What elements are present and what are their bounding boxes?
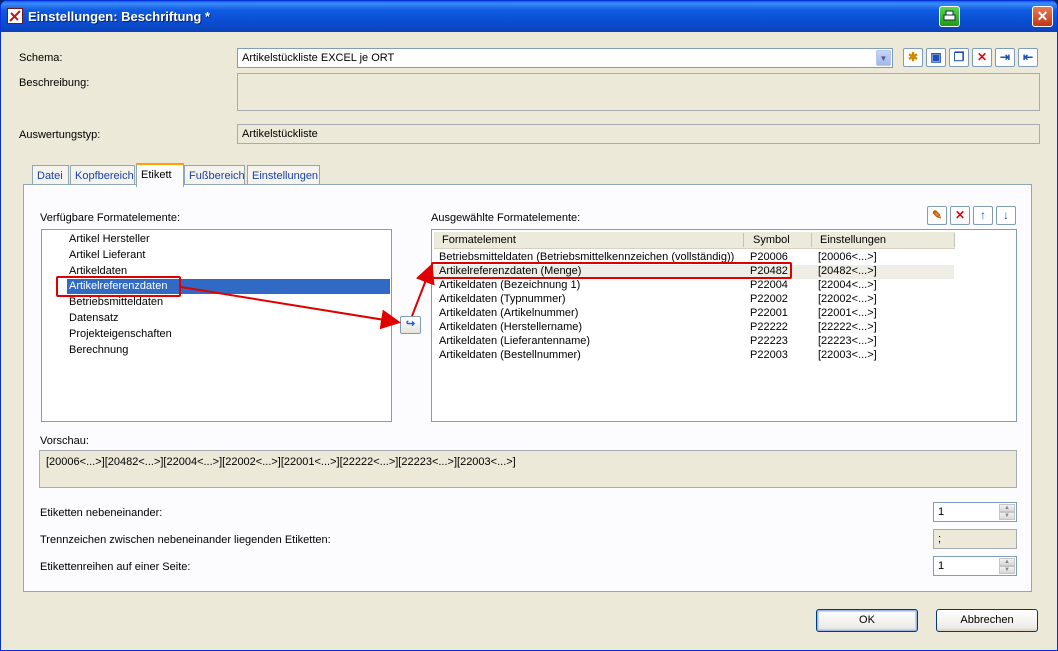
ok-button[interactable]: OK xyxy=(816,609,918,632)
nebeneinander-label: Etiketten nebeneinander: xyxy=(40,507,163,519)
cancel-button[interactable]: Abbrechen xyxy=(936,609,1038,632)
tab-etikett[interactable]: Etikett xyxy=(136,163,184,187)
nebeneinander-value: 1 xyxy=(938,506,945,518)
vorschau-field: [20006<...>][20482<...>][22004<...>][220… xyxy=(39,450,1017,488)
reihen-stepper[interactable]: 1 ▲ ▼ xyxy=(933,556,1017,576)
stepper-buttons[interactable]: ▲ ▼ xyxy=(999,504,1015,521)
settings-dialog: Einstellungen: Beschriftung * ✕ Schema: … xyxy=(0,0,1058,651)
reihen-value: 1 xyxy=(938,560,945,572)
trennzeichen-label: Trennzeichen zwischen nebeneinander lieg… xyxy=(40,534,331,546)
annotation-arrows xyxy=(180,263,435,330)
trennzeichen-field[interactable]: ; xyxy=(933,529,1017,549)
reihen-label: Etikettenreihen auf einer Seite: xyxy=(40,561,191,573)
vorschau-label: Vorschau: xyxy=(40,435,89,447)
nebeneinander-stepper[interactable]: 1 ▲ ▼ xyxy=(933,502,1017,522)
stepper-buttons[interactable]: ▲ ▼ xyxy=(999,558,1015,575)
